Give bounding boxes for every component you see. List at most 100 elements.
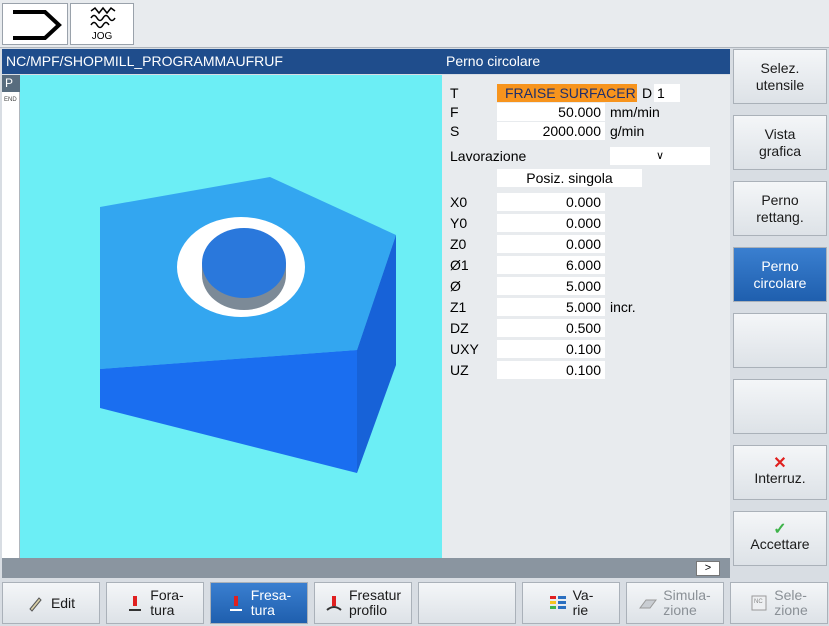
softkey-label: Sele-zione (774, 587, 808, 618)
softkey-label: Fresa-tura (250, 587, 292, 618)
param-label-d: D (642, 85, 653, 101)
param-label-diameter: Ø (450, 278, 461, 294)
param-label-uz: UZ (450, 362, 469, 378)
softkey-line1: Vista (764, 125, 796, 142)
mill-icon (229, 596, 242, 611)
various-icon (549, 596, 566, 609)
empty-softkey-6[interactable] (733, 379, 827, 434)
softkey-label: Va-rie (572, 587, 594, 618)
softkey-label: Fora-tura (150, 587, 184, 618)
softkey-line1: Accettare (750, 536, 810, 552)
param-label-uxy: UXY (450, 341, 479, 357)
program-block-strip[interactable]: P END (2, 75, 20, 558)
jog-label: JOG (91, 31, 113, 42)
program-path-title: NC/MPF/SHOPMILL_PROGRAMMAUFRUF (2, 49, 442, 74)
block-front-face (100, 350, 357, 473)
parameter-panel: T FRAISE SURFACER D 1 F 50.000 mm/min S … (442, 75, 730, 558)
param-row: Ø1 6.000 (442, 256, 730, 275)
edit-softkey[interactable]: Edit (2, 582, 100, 624)
param-label-diameter1: Ø1 (450, 257, 469, 273)
jog-waves-icon (90, 6, 116, 29)
contour-mill-icon (326, 596, 342, 611)
lavorazione-dropdown[interactable]: ∨ (610, 147, 710, 165)
nc-select-icon: NC (751, 595, 767, 611)
softkey-line1: Perno (761, 257, 799, 274)
jog-mode-indicator: JOG (70, 3, 134, 45)
program-p-marker: P (2, 75, 20, 92)
simulation-softkey[interactable]: Simula-zione (626, 582, 724, 624)
param-label-feed: F (450, 104, 459, 120)
diameter-field[interactable]: 5.000 (497, 277, 605, 295)
milling-softkey[interactable]: Fresa-tura (210, 582, 308, 624)
cross-icon: ✕ (773, 455, 787, 472)
cycle-title: Perno circolare (442, 49, 730, 74)
various-softkey[interactable]: Va-rie (522, 582, 620, 624)
param-row: UXY 0.100 (442, 340, 730, 359)
accept-softkey[interactable]: ✓ Accettare (733, 511, 827, 566)
contour-milling-softkey[interactable]: Fresatur profilo (314, 582, 412, 624)
cancel-softkey[interactable]: ✕ Interruz. (733, 445, 827, 500)
feed-unit: mm/min (610, 104, 660, 120)
circular-spigot-softkey[interactable]: Perno circolare (733, 247, 827, 302)
speed-field[interactable]: 2000.000 (497, 122, 605, 140)
param-label-speed: S (450, 123, 460, 139)
simulation-icon (639, 599, 658, 609)
softkey-line2: rettang. (756, 208, 804, 225)
param-label-z1: Z1 (450, 299, 467, 315)
speed-unit: g/min (610, 123, 645, 139)
status-strip (2, 558, 730, 578)
edit-pencil-icon (29, 597, 42, 612)
tool-field[interactable]: FRAISE SURFACER (497, 84, 637, 102)
graphic-view (20, 75, 442, 558)
z0-field[interactable]: 0.000 (497, 235, 605, 253)
param-row: Y0 0.000 (442, 214, 730, 233)
softkey-line2: utensile (755, 76, 805, 93)
select-tool-softkey[interactable]: Selez. utensile (733, 49, 827, 104)
uz-field[interactable]: 0.100 (497, 361, 605, 379)
param-label-x0: X0 (450, 194, 468, 210)
program-end-marker: END (4, 97, 17, 103)
d-field[interactable]: 1 (654, 84, 680, 102)
z1-unit: incr. (610, 299, 636, 315)
program-arrow-icon (13, 10, 62, 40)
param-row: UZ 0.100 (442, 361, 730, 380)
drill-icon (129, 596, 142, 611)
checkmark-icon: ✓ (773, 521, 787, 538)
y0-field[interactable]: 0.000 (497, 214, 605, 232)
hmi-screen: JOG NC/MPF/SHOPMILL_PROGRAMMAUFRUF Perno… (0, 0, 829, 626)
diameter1-field[interactable]: 6.000 (497, 256, 605, 274)
param-label-tool: T (450, 85, 459, 101)
spigot-top (202, 228, 286, 298)
param-row-feed: F 50.000 mm/min (442, 103, 730, 122)
softkey-line1: Selez. (760, 59, 800, 76)
selection-softkey[interactable]: NC Sele-zione (730, 582, 828, 624)
horizontal-softkey-bar: Edit Fora-tura Fresa-tura Fresatur profil… (0, 580, 829, 626)
param-row: DZ 0.500 (442, 319, 730, 338)
x0-field[interactable]: 0.000 (497, 193, 605, 211)
param-row-lavorazione: Lavorazione ∨ (442, 147, 730, 166)
feed-field[interactable]: 50.000 (497, 103, 605, 121)
position-mode-field[interactable]: Posiz. singola (497, 169, 642, 187)
z1-field[interactable]: 5.000 (497, 298, 605, 316)
vertical-softkey-bar: Selez. utensile Vista grafica Perno rett… (731, 49, 829, 578)
param-row-speed: S 2000.000 g/min (442, 122, 730, 141)
more-button[interactable]: > (696, 561, 720, 576)
param-label-dz: DZ (450, 320, 469, 336)
param-row: Ø 5.000 (442, 277, 730, 296)
softkey-line2: grafica (758, 142, 802, 159)
uxy-field[interactable]: 0.100 (497, 340, 605, 358)
softkey-line2: circolare (753, 274, 807, 291)
svg-text:NC: NC (754, 599, 763, 605)
param-label-z0: Z0 (450, 236, 467, 252)
dz-field[interactable]: 0.500 (497, 319, 605, 337)
drilling-softkey[interactable]: Fora-tura (106, 582, 204, 624)
empty-softkey-5[interactable] (733, 313, 827, 368)
empty-softkey[interactable] (418, 582, 516, 624)
softkey-line1: Interruz. (754, 470, 806, 486)
graphic-view-softkey[interactable]: Vista grafica (733, 115, 827, 170)
softkey-label: Fresatur profilo (348, 587, 402, 618)
softkey-label: Simula-zione (663, 587, 711, 618)
program-mode-indicator (2, 3, 68, 45)
rectangular-spigot-softkey[interactable]: Perno rettang. (733, 181, 827, 236)
param-row-position-mode: Posiz. singola (442, 169, 730, 188)
